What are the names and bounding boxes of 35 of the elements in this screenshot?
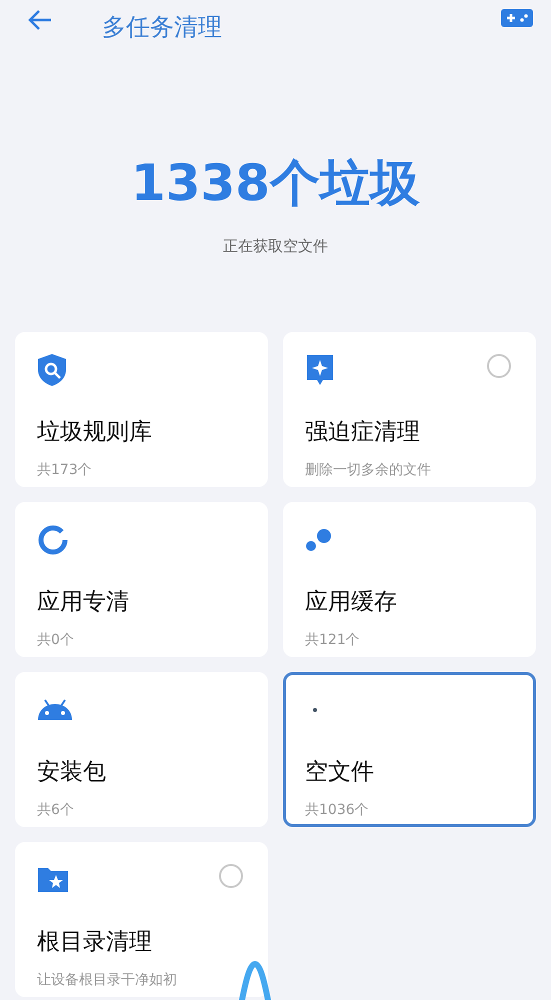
category-card[interactable]: 应用缓存 共121个 (283, 502, 536, 657)
ring-icon (37, 524, 69, 556)
card-title: 空文件 (305, 758, 375, 787)
card-subtitle: 共1036个 (305, 801, 370, 819)
card-title: 应用缓存 (305, 588, 398, 617)
page-title: 多任务清理 (102, 12, 223, 43)
card-title: 垃圾规则库 (37, 418, 153, 447)
arch-icon (238, 960, 272, 1000)
category-card[interactable]: 垃圾规则库 共173个 (15, 332, 268, 487)
dot-icon (313, 708, 317, 712)
android-icon (37, 699, 73, 721)
card-subtitle: 删除一切多余的文件 (305, 461, 432, 479)
sparkle-badge-icon (305, 354, 335, 386)
folder-star-icon (37, 867, 69, 893)
category-card[interactable]: 应用专清 共0个 (15, 502, 268, 657)
card-subtitle: 共121个 (305, 631, 361, 649)
card-title: 应用专清 (37, 588, 130, 617)
select-checkbox[interactable] (219, 864, 243, 888)
category-card[interactable]: 安装包 共6个 (15, 672, 268, 827)
category-card[interactable]: 强迫症清理 删除一切多余的文件 (283, 332, 536, 487)
card-title: 强迫症清理 (305, 418, 421, 447)
bubbles-icon (305, 527, 333, 553)
category-card[interactable]: 空文件 共1036个 (283, 672, 536, 827)
select-checkbox[interactable] (487, 354, 511, 378)
gamepad-icon[interactable] (501, 7, 533, 29)
shield-search-icon (37, 353, 67, 387)
card-title: 安装包 (37, 758, 107, 787)
scan-status: 正在获取空文件 (223, 237, 328, 256)
card-subtitle: 共6个 (37, 801, 75, 819)
junk-count-headline: 1338个垃圾 (130, 153, 420, 214)
card-subtitle: 让设备根目录干净如初 (37, 971, 178, 989)
card-title: 根目录清理 (37, 928, 153, 957)
card-subtitle: 共0个 (37, 631, 75, 649)
card-subtitle: 共173个 (37, 461, 93, 479)
category-card[interactable]: 根目录清理 让设备根目录干净如初 (15, 842, 268, 997)
